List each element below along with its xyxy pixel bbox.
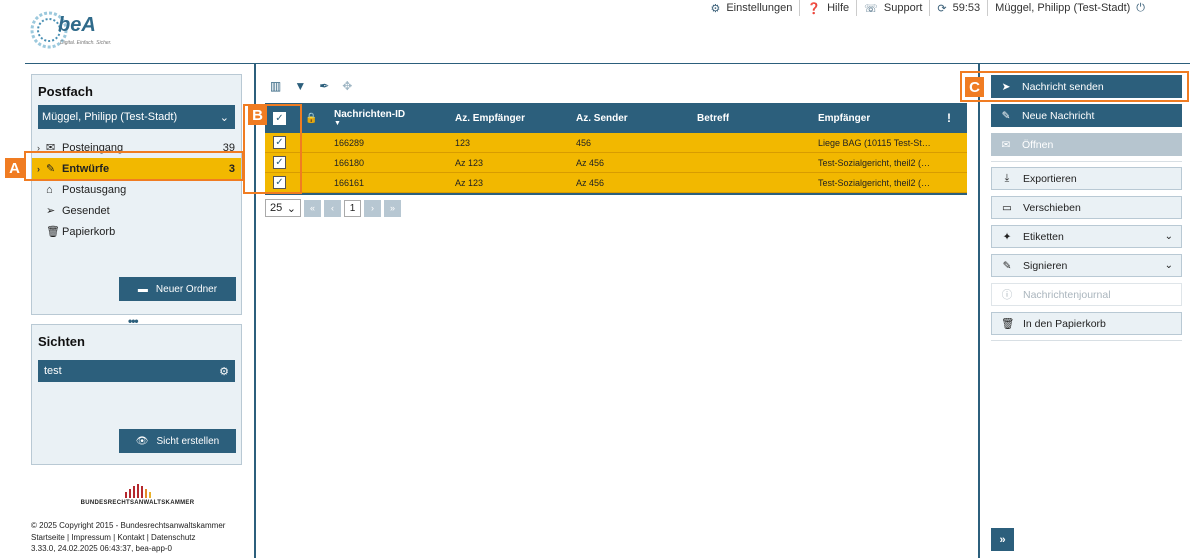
chevron-down-icon: ⌄ [1164,260,1173,271]
new-folder-button[interactable]: ▬ Neuer Ordner [119,277,236,301]
question-icon: ❓ [807,2,822,15]
column-header-betreff[interactable]: Betreff [697,103,729,133]
last-page-button[interactable]: » [384,199,401,217]
prev-page-button[interactable]: ‹ [324,199,341,217]
column-header-az-empfaenger[interactable]: Az. Empfänger [455,103,525,133]
user-menu[interactable]: Müggel, Philipp (Test-Stadt) ⏻ [988,0,1152,16]
move-button[interactable]: ▭ Verschieben [991,196,1182,219]
annotation-tag-b: B [248,105,267,125]
column-header-id[interactable]: Nachrichten-ID ▼ [334,103,405,133]
gear-icon[interactable]: ⚙ [219,365,229,378]
sichten-panel: Sichten test ⚙ 👁 Sicht erstellen [31,324,242,465]
session-timer[interactable]: ⟳ 59:53 [930,0,989,16]
table-row[interactable]: ✓ 166161 Az 123 Az 456 Test-Sozialgerich… [265,173,967,193]
envelope-icon: ✉ [1001,138,1011,151]
annotation-tag-a: A [5,158,24,178]
column-header-priority[interactable]: ! [947,103,951,133]
edit-icon: ✎ [1002,259,1012,272]
version-info: 3.33.0, 24.02.2025 06:43:37, bea-app-0 [31,544,173,553]
download-icon: ⤓ [1004,172,1010,184]
tag-icon: ✦ [1002,230,1012,243]
header-divider [25,63,1190,64]
trash-icon: 🗑 [46,226,60,238]
column-header-empfaenger[interactable]: Empfänger [818,103,870,133]
annotation-box-a [24,151,244,181]
message-table: ✓ 🔒 Nachrichten-ID ▼ Az. Empfänger Az. S… [265,103,967,195]
filter-icon[interactable]: ▼ [294,79,306,93]
refresh-icon: ⟳ [937,2,947,15]
folder-postausgang[interactable]: ⌂ Postausgang [32,179,241,200]
gear-icon: ⚙ [710,2,721,15]
next-page-button[interactable]: › [364,199,381,217]
table-row[interactable]: ✓ 166289 123 456 Liege BAG (10115 Test-S… [265,133,967,153]
footer-links[interactable]: Startseite | Impressum | Kontakt | Daten… [31,532,225,544]
pen-icon[interactable]: ✒ [319,79,329,93]
open-button[interactable]: ✉ Öffnen [991,133,1182,156]
trash-button[interactable]: 🗑 In den Papierkorb [991,312,1182,335]
annotation-box-c [960,71,1189,102]
table-header: ✓ 🔒 Nachrichten-ID ▼ Az. Empfänger Az. S… [265,103,967,133]
brak-logo: BUNDESRECHTSANWALTSKAMMER [80,484,195,506]
page-size-select[interactable]: 25 ⌄ [265,199,301,217]
help-link[interactable]: ❓ Hilfe [800,0,858,16]
brak-bars-icon [80,484,195,498]
current-page[interactable]: 1 [344,199,361,217]
logo-tagline: Digital. Einfach. Sicher. [60,40,112,46]
info-icon: ⓘ [1001,289,1013,301]
postfach-title: Postfach [38,84,93,99]
labels-button[interactable]: ✦ Etiketten ⌄ [991,225,1182,248]
trash-icon: 🗑 [1001,318,1015,330]
top-navigation: ⚙ Einstellungen ❓ Hilfe ☏ Support ⟳ 59:53 Mü… [703,0,1152,16]
sicht-item[interactable]: test ⚙ [38,360,235,382]
chevron-down-icon: ⌄ [219,111,229,124]
folder-papierkorb[interactable]: 🗑 Papierkorb [32,221,241,242]
export-button[interactable]: ⤓ Exportieren [991,167,1182,190]
paper-plane-icon: ➢ [46,205,56,217]
action-divider [991,340,1182,341]
folder-icon: ▬ [137,283,148,295]
support-link[interactable]: ☏ Support [857,0,931,16]
outbox-icon: ⌂ [46,183,53,196]
pencil-icon: ✎ [1001,109,1011,122]
chevron-down-icon: ⌄ [286,202,296,215]
journal-button[interactable]: ⓘ Nachrichtenjournal [991,283,1182,306]
lock-icon: 🔒 [305,112,318,124]
table-toolbar: ▥ ▼ ✒ ✥ [270,79,352,93]
logo-text: beA [58,14,96,36]
postfach-panel: Postfach Müggel, Philipp (Test-Stadt) ⌄ … [31,74,242,315]
columns-icon[interactable]: ▥ [270,79,281,93]
folder-gesendet[interactable]: ➢ Gesendet [32,200,241,221]
column-header-az-sender[interactable]: Az. Sender [576,103,628,133]
table-row[interactable]: ✓ 166180 Az 123 Az 456 Test-Sozialgerich… [265,153,967,173]
sort-down-icon: ▼ [334,120,341,127]
chevron-down-icon: ⌄ [1164,231,1173,242]
mailbox-select[interactable]: Müggel, Philipp (Test-Stadt) ⌄ [38,105,235,129]
annotation-tag-c: C [965,77,984,97]
support-icon: ☏ [864,2,878,15]
sichten-title: Sichten [38,334,85,349]
settings-link[interactable]: ⚙ Einstellungen [703,0,801,16]
expand-panel-button[interactable]: » [991,528,1014,551]
pagination: 25 ⌄ « ‹ 1 › » [265,199,401,217]
right-splitter[interactable] [978,63,980,558]
footer: © 2025 Copyright 2015 - Bundesrechtsanwa… [31,520,225,555]
folder-open-icon: ▭ [1002,201,1012,214]
logout-icon[interactable]: ⏻ [1136,2,1145,15]
action-divider [991,161,1182,162]
brak-name: BUNDESRECHTSANWALTSKAMMER [80,500,195,506]
view-icon: 👁 [135,435,149,447]
expand-icon[interactable]: ✥ [342,79,352,93]
new-message-button[interactable]: ✎ Neue Nachricht [991,104,1182,127]
create-view-button[interactable]: 👁 Sicht erstellen [119,429,236,453]
sign-button[interactable]: ✎ Signieren ⌄ [991,254,1182,277]
first-page-button[interactable]: « [304,199,321,217]
copyright: © 2025 Copyright 2015 - Bundesrechtsanwa… [31,521,226,530]
